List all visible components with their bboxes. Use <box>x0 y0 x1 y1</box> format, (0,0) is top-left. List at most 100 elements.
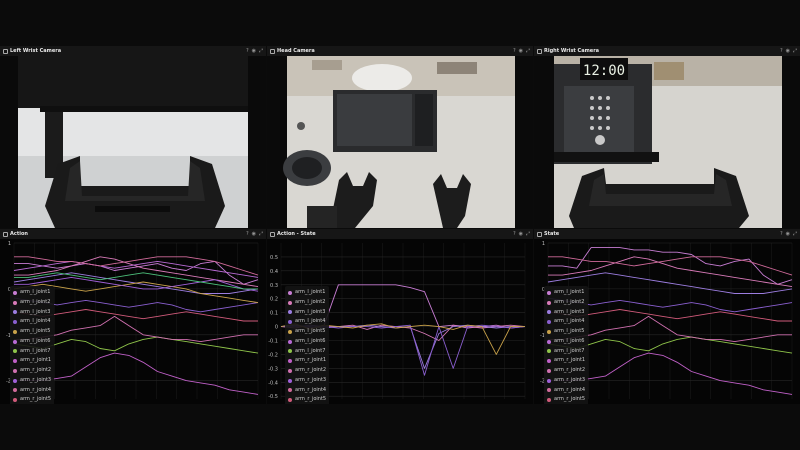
legend-item[interactable]: arm_r_joint4 <box>547 386 585 396</box>
legend-swatch <box>13 339 17 344</box>
eye-icon[interactable]: ◉ <box>519 48 523 54</box>
expand-icon[interactable]: ⤢ <box>793 231 797 237</box>
y-tick-label: 0.4 <box>270 269 278 275</box>
legend-label: arm_r_joint3 <box>295 376 327 383</box>
camera-view[interactable] <box>0 56 266 228</box>
y-tick-label: -0.2 <box>268 352 278 358</box>
legend-item[interactable]: arm_l_joint5 <box>13 327 51 337</box>
action-state-plot-panel: Action - State ? ◉ ⤢ 0.5 0.4 0.3 0.2 0.1 0 -0.… <box>267 229 533 404</box>
legend-item[interactable]: arm_l_joint5 <box>547 327 585 337</box>
panel-titlebar: Left Wrist Camera ? ◉ ⤢ <box>0 46 266 56</box>
eye-icon[interactable]: ◉ <box>786 48 790 54</box>
chart-icon <box>3 231 8 237</box>
legend-label: arm_l_joint3 <box>554 308 585 315</box>
plot-view[interactable]: 10-1-2 arm_l_joint1arm_l_joint2arm_l_joi… <box>0 239 266 404</box>
legend-item[interactable]: arm_l_joint1 <box>13 288 51 298</box>
expand-icon[interactable]: ⤢ <box>259 231 263 237</box>
legend-item[interactable]: arm_r_joint3 <box>288 376 326 386</box>
legend-item[interactable]: arm_l_joint2 <box>547 298 585 308</box>
legend-item[interactable]: arm_r_joint5 <box>288 395 326 404</box>
legend-item[interactable]: arm_r_joint5 <box>547 395 585 404</box>
legend-item[interactable]: arm_r_joint3 <box>547 376 585 386</box>
right-wrist-camera-panel: Right Wrist Camera ? ◉ ⤢ 12:00 <box>534 46 800 228</box>
help-icon[interactable]: ? <box>780 48 783 54</box>
legend-item[interactable]: arm_l_joint4 <box>13 317 51 327</box>
plot-view[interactable]: 10-1-2 arm_l_joint1arm_l_joint2arm_l_joi… <box>534 239 800 404</box>
legend-item[interactable]: arm_r_joint3 <box>13 376 51 386</box>
legend-swatch <box>547 349 551 354</box>
legend-item[interactable]: arm_r_joint5 <box>13 395 51 404</box>
panel-title: State <box>544 231 560 237</box>
legend-swatch <box>288 349 292 354</box>
legend-label: arm_l_joint1 <box>295 289 326 295</box>
legend-item[interactable]: arm_r_joint2 <box>13 366 51 376</box>
legend: arm_l_joint1 arm_l_joint2 arm_l_joint3 arm_… <box>544 286 589 404</box>
legend-item[interactable]: arm_l_joint4 <box>547 317 585 327</box>
legend-swatch <box>547 329 551 334</box>
legend-label: arm_l_joint7 <box>20 347 51 354</box>
legend-item[interactable]: arm_l_joint1 <box>547 288 585 298</box>
legend-label: arm_r_joint2 <box>20 367 52 373</box>
legend-item[interactable]: arm_l_joint7 <box>13 347 51 357</box>
legend-item[interactable]: arm_r_joint1 <box>288 356 326 366</box>
legend-item[interactable]: arm_r_joint2 <box>288 366 326 376</box>
panel-title: Left Wrist Camera <box>10 48 62 54</box>
legend-item[interactable]: arm_l_joint4 <box>288 317 326 327</box>
help-icon[interactable]: ? <box>513 48 516 54</box>
legend-label: arm_r_joint3 <box>554 376 586 383</box>
expand-icon[interactable]: ⤢ <box>259 48 263 54</box>
legend-item[interactable]: arm_l_joint6 <box>288 337 326 347</box>
plot-view[interactable]: 0.5 0.4 0.3 0.2 0.1 0 -0.1 -0.2 -0.3 -0.4 -0.5 arm… <box>267 239 533 404</box>
image-icon <box>3 48 8 54</box>
legend-item[interactable]: arm_l_joint7 <box>288 347 326 357</box>
expand-icon[interactable]: ⤢ <box>526 48 530 54</box>
legend-item[interactable]: arm_l_joint3 <box>13 308 51 318</box>
legend-item[interactable]: arm_l_joint2 <box>13 298 51 308</box>
legend-item[interactable]: arm_r_joint4 <box>288 386 326 396</box>
legend-label: arm_l_joint6 <box>20 337 51 344</box>
y-tick-label: 1 <box>542 241 545 247</box>
legend-label: arm_r_joint4 <box>20 386 52 393</box>
legend-label: arm_r_joint5 <box>554 396 586 403</box>
legend-item[interactable]: arm_l_joint7 <box>547 347 585 357</box>
y-tick-label: 0.2 <box>270 297 278 303</box>
legend-swatch <box>288 339 292 344</box>
panel-titlebar: Right Wrist Camera ? ◉ ⤢ <box>534 46 800 56</box>
legend-item[interactable]: arm_r_joint2 <box>547 366 585 376</box>
help-icon[interactable]: ? <box>246 48 249 54</box>
legend-swatch <box>288 368 292 373</box>
camera-view[interactable]: 12:00 <box>534 56 800 228</box>
legend-swatch <box>288 300 292 305</box>
panel-title: Right Wrist Camera <box>544 48 600 54</box>
help-icon[interactable]: ? <box>246 231 249 237</box>
legend-swatch <box>13 368 17 373</box>
legend-label: arm_r_joint2 <box>295 367 327 373</box>
legend-item[interactable]: arm_l_joint5 <box>288 327 326 337</box>
expand-icon[interactable]: ⤢ <box>793 48 797 54</box>
legend-swatch <box>288 388 292 393</box>
legend-swatch <box>547 300 551 305</box>
legend-item[interactable]: arm_l_joint2 <box>288 298 326 308</box>
legend-swatch <box>288 359 292 364</box>
legend-swatch <box>288 290 292 295</box>
legend-item[interactable]: arm_r_joint1 <box>13 356 51 366</box>
legend-item[interactable]: arm_l_joint6 <box>13 337 51 347</box>
legend-swatch <box>288 329 292 334</box>
eye-icon[interactable]: ◉ <box>252 231 256 237</box>
legend-item[interactable]: arm_l_joint6 <box>547 337 585 347</box>
legend-label: arm_r_joint1 <box>554 357 586 364</box>
legend-item[interactable]: arm_l_joint3 <box>547 308 585 318</box>
eye-icon[interactable]: ◉ <box>786 231 790 237</box>
legend-item[interactable]: arm_r_joint1 <box>547 356 585 366</box>
help-icon[interactable]: ? <box>513 231 516 237</box>
help-icon[interactable]: ? <box>780 231 783 237</box>
eye-icon[interactable]: ◉ <box>252 48 256 54</box>
panel-titlebar: Action - State ? ◉ ⤢ <box>267 229 533 239</box>
legend-item[interactable]: arm_l_joint3 <box>288 308 326 318</box>
expand-icon[interactable]: ⤢ <box>526 231 530 237</box>
head-camera-panel: Head Camera ? ◉ ⤢ <box>267 46 533 228</box>
eye-icon[interactable]: ◉ <box>519 231 523 237</box>
legend-item[interactable]: arm_r_joint4 <box>13 386 51 396</box>
legend-item[interactable]: arm_l_joint1 <box>288 288 326 298</box>
camera-view[interactable] <box>267 56 533 228</box>
